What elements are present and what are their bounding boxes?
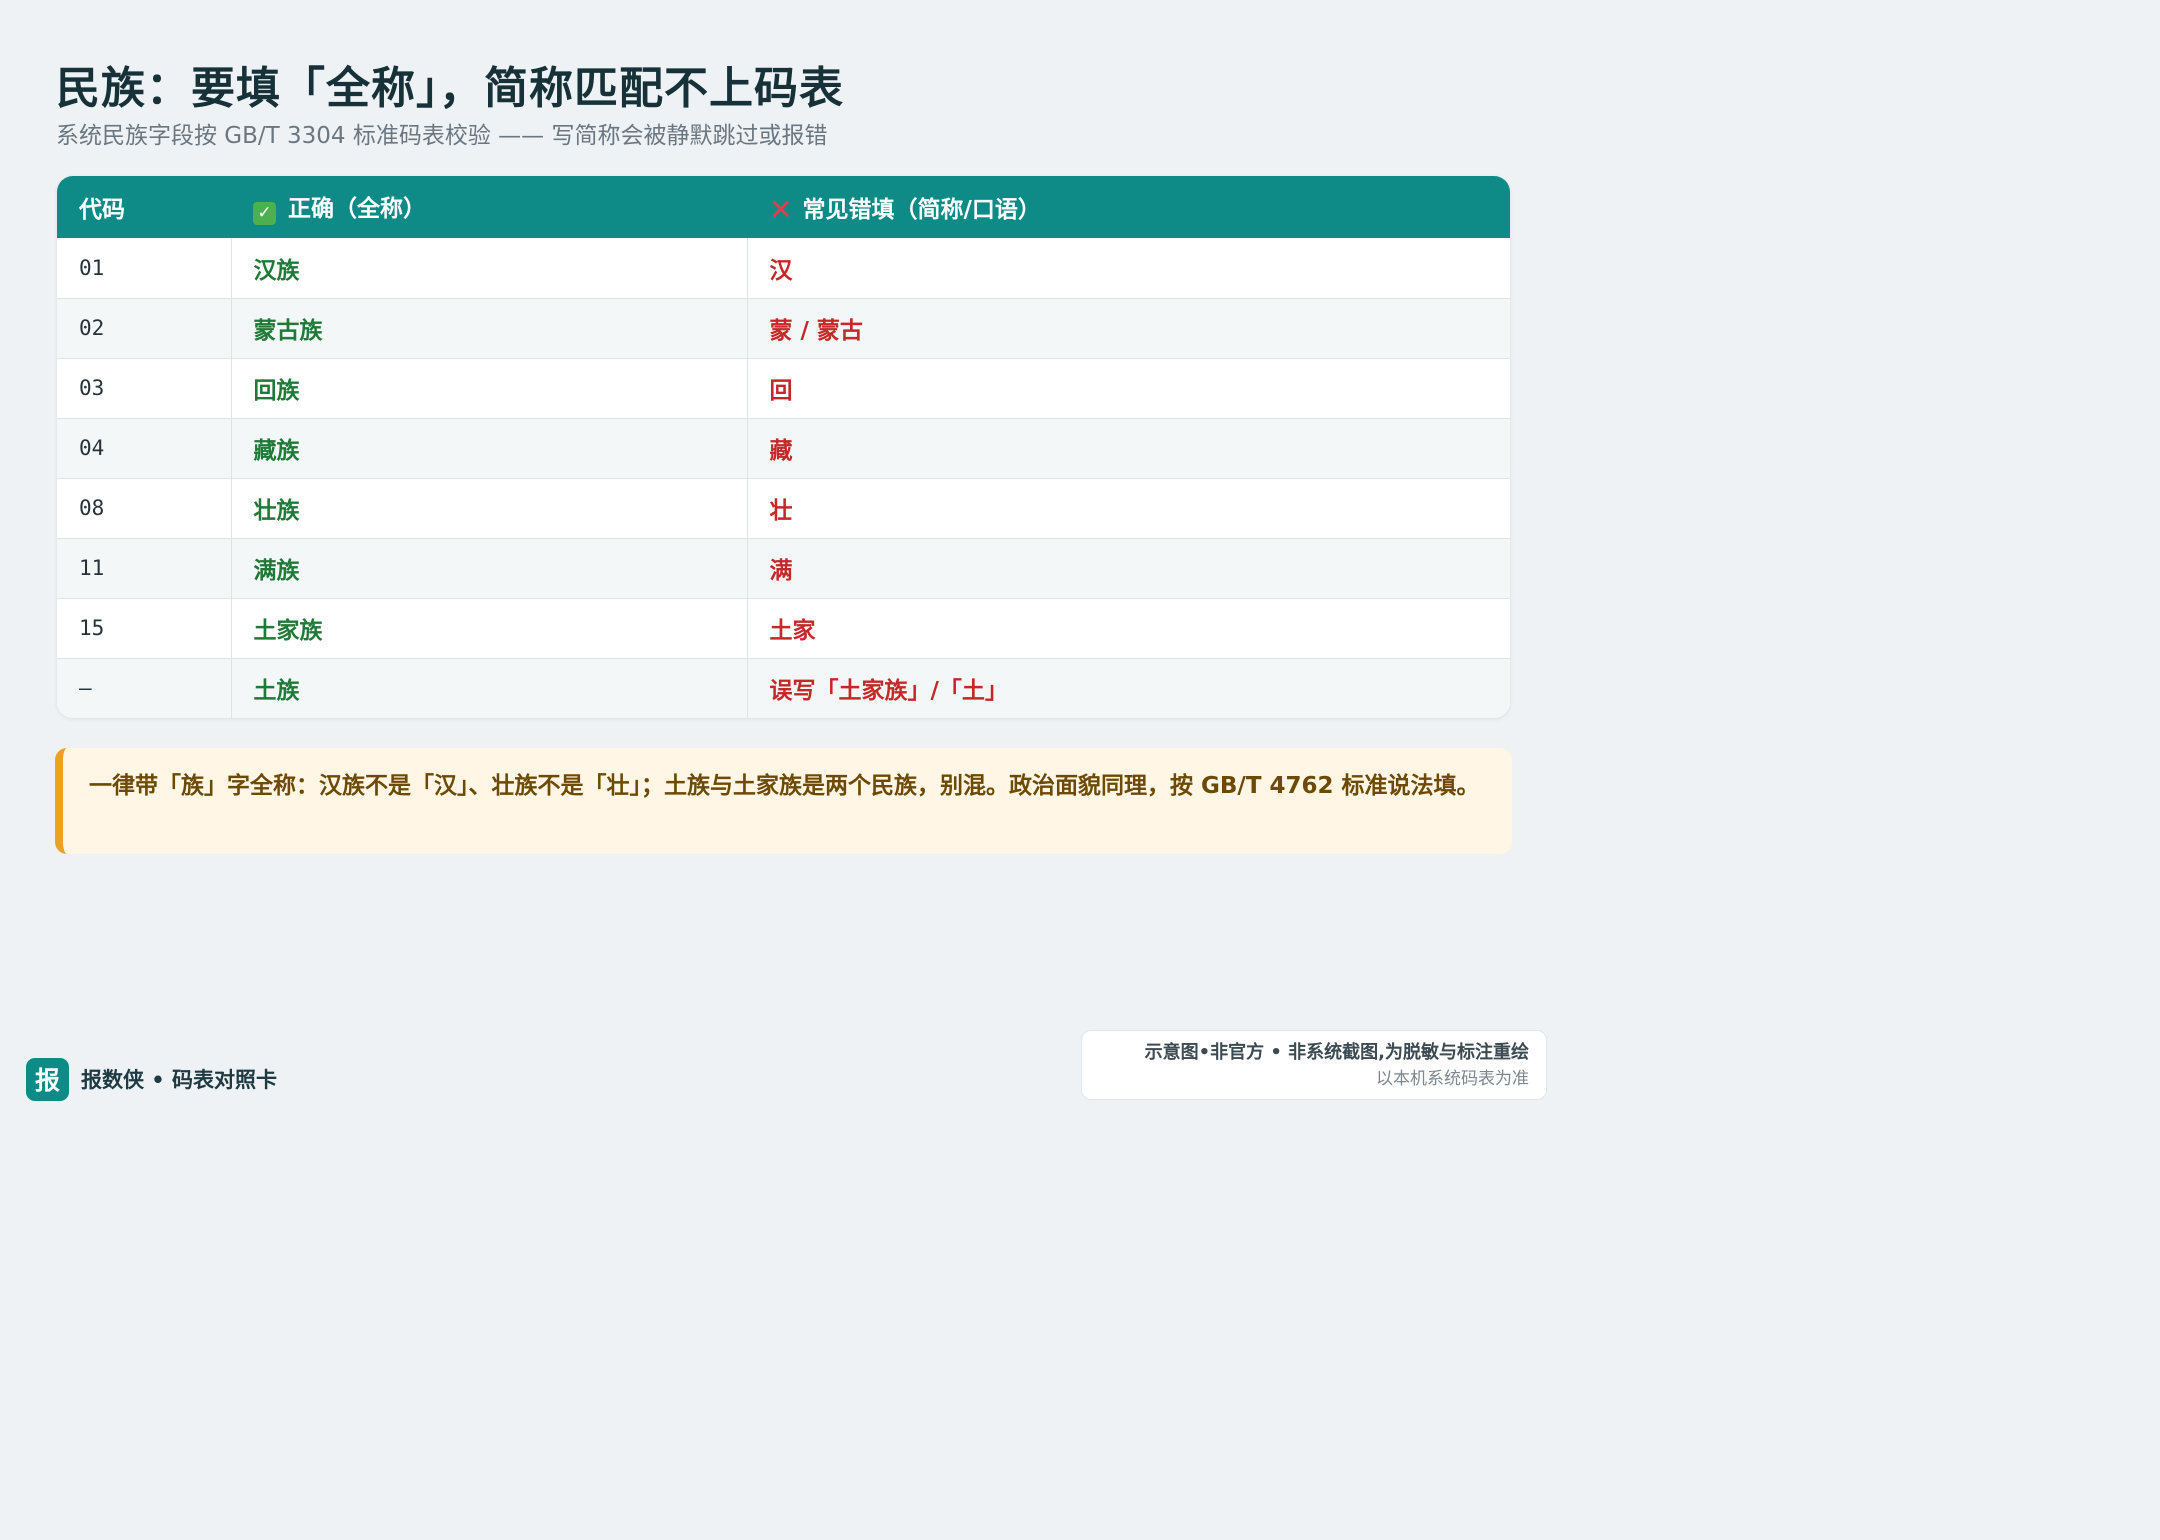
table-row: 15 土家族 土家 xyxy=(57,598,1510,658)
table-row: 01 汉族 汉 xyxy=(57,238,1510,298)
wrong-cell: 满 xyxy=(746,538,1510,598)
wrong-cell: 误写「土家族」/「土」 xyxy=(746,658,1510,718)
brand-logo: 报 xyxy=(26,1057,69,1101)
header-correct: ✓ 正确（全称） xyxy=(231,176,747,238)
brand-name: 报数侠 • 码表对照卡 xyxy=(81,1068,278,1092)
header-wrong: ✕ 常见错填（简称/口语） xyxy=(747,176,1510,238)
wrong-cell: 壮 xyxy=(746,478,1510,538)
correct-cell: 蒙古族 xyxy=(230,298,747,358)
code-cell: 11 xyxy=(79,556,105,580)
wrong-cell: 蒙 / 蒙古 xyxy=(746,298,1510,358)
cross-icon: ✕ xyxy=(769,193,793,226)
code-cell: 02 xyxy=(79,316,105,340)
correct-cell: 土家族 xyxy=(230,598,747,658)
table-header: 代码 ✓ 正确（全称） ✕ 常见错填（简称/口语） xyxy=(57,176,1510,238)
code-cell: 03 xyxy=(79,376,105,400)
correct-cell: 壮族 xyxy=(230,478,747,538)
header-code: 代码 xyxy=(57,176,231,238)
page-subtitle: 系统民族字段按 GB/T 3304 标准码表校验 —— 写简称会被静默跳过或报错 xyxy=(56,123,828,149)
table-row: 08 壮族 壮 xyxy=(57,478,1510,538)
ethnicity-code-table-card: 代码 ✓ 正确（全称） ✕ 常见错填（简称/口语） 01 汉族 汉 02 蒙古族 蒙… xyxy=(57,176,1510,718)
table-row: 02 蒙古族 蒙 / 蒙古 xyxy=(57,298,1510,358)
correct-cell: 满族 xyxy=(230,538,747,598)
wrong-cell: 藏 xyxy=(746,418,1510,478)
ethnicity-code-table: 代码 ✓ 正确（全称） ✕ 常见错填（简称/口语） 01 汉族 汉 02 蒙古族 蒙… xyxy=(57,176,1510,718)
code-cell: 15 xyxy=(79,616,105,640)
correct-cell: 土族 xyxy=(230,658,747,718)
brand-footer: 报 报数侠 • 码表对照卡 xyxy=(26,1057,278,1101)
wrong-cell: 回 xyxy=(746,358,1510,418)
code-cell: 01 xyxy=(79,255,105,280)
header-code-label: 代码 xyxy=(79,197,125,223)
table-header-row: 代码 ✓ 正确（全称） ✕ 常见错填（简称/口语） xyxy=(57,176,1510,238)
check-icon: ✓ xyxy=(253,202,276,225)
table-row: — 土族 误写「土家族」/「土」 xyxy=(57,658,1510,718)
disclaimer-main: 示意图•非官方 • 非系统截图,为脱敏与标注重绘 xyxy=(1144,1042,1529,1063)
table-body: 01 汉族 汉 02 蒙古族 蒙 / 蒙古 03 回族 回 04 藏族 藏 08 xyxy=(57,238,1510,718)
table-row: 04 藏族 藏 xyxy=(57,418,1510,478)
correct-cell: 回族 xyxy=(230,358,747,418)
code-cell: 04 xyxy=(79,436,105,460)
tip-callout: 一律带「族」字全称：汉族不是「汉」、壮族不是「壮」；土族与土家族是两个民族，别混… xyxy=(55,748,1512,854)
wrong-cell: 汉 xyxy=(746,238,1510,298)
header-correct-label: 正确（全称） xyxy=(288,196,426,222)
correct-cell: 藏族 xyxy=(230,418,747,478)
wrong-cell: 土家 xyxy=(746,598,1510,658)
table-row: 11 满族 满 xyxy=(57,538,1510,598)
disclaimer-sub: 以本机系统码表为准 xyxy=(1376,1069,1529,1089)
table-row: 03 回族 回 xyxy=(57,358,1510,418)
correct-cell: 汉族 xyxy=(230,238,747,298)
header-wrong-label: 常见错填（简称/口语） xyxy=(802,197,1041,223)
code-cell: 08 xyxy=(79,496,105,520)
page-title: 民族：要填「全称」，简称匹配不上码表 xyxy=(56,63,844,114)
code-cell: — xyxy=(79,676,92,701)
disclaimer-box: 示意图•非官方 • 非系统截图,为脱敏与标注重绘 以本机系统码表为准 xyxy=(1081,1030,1547,1100)
